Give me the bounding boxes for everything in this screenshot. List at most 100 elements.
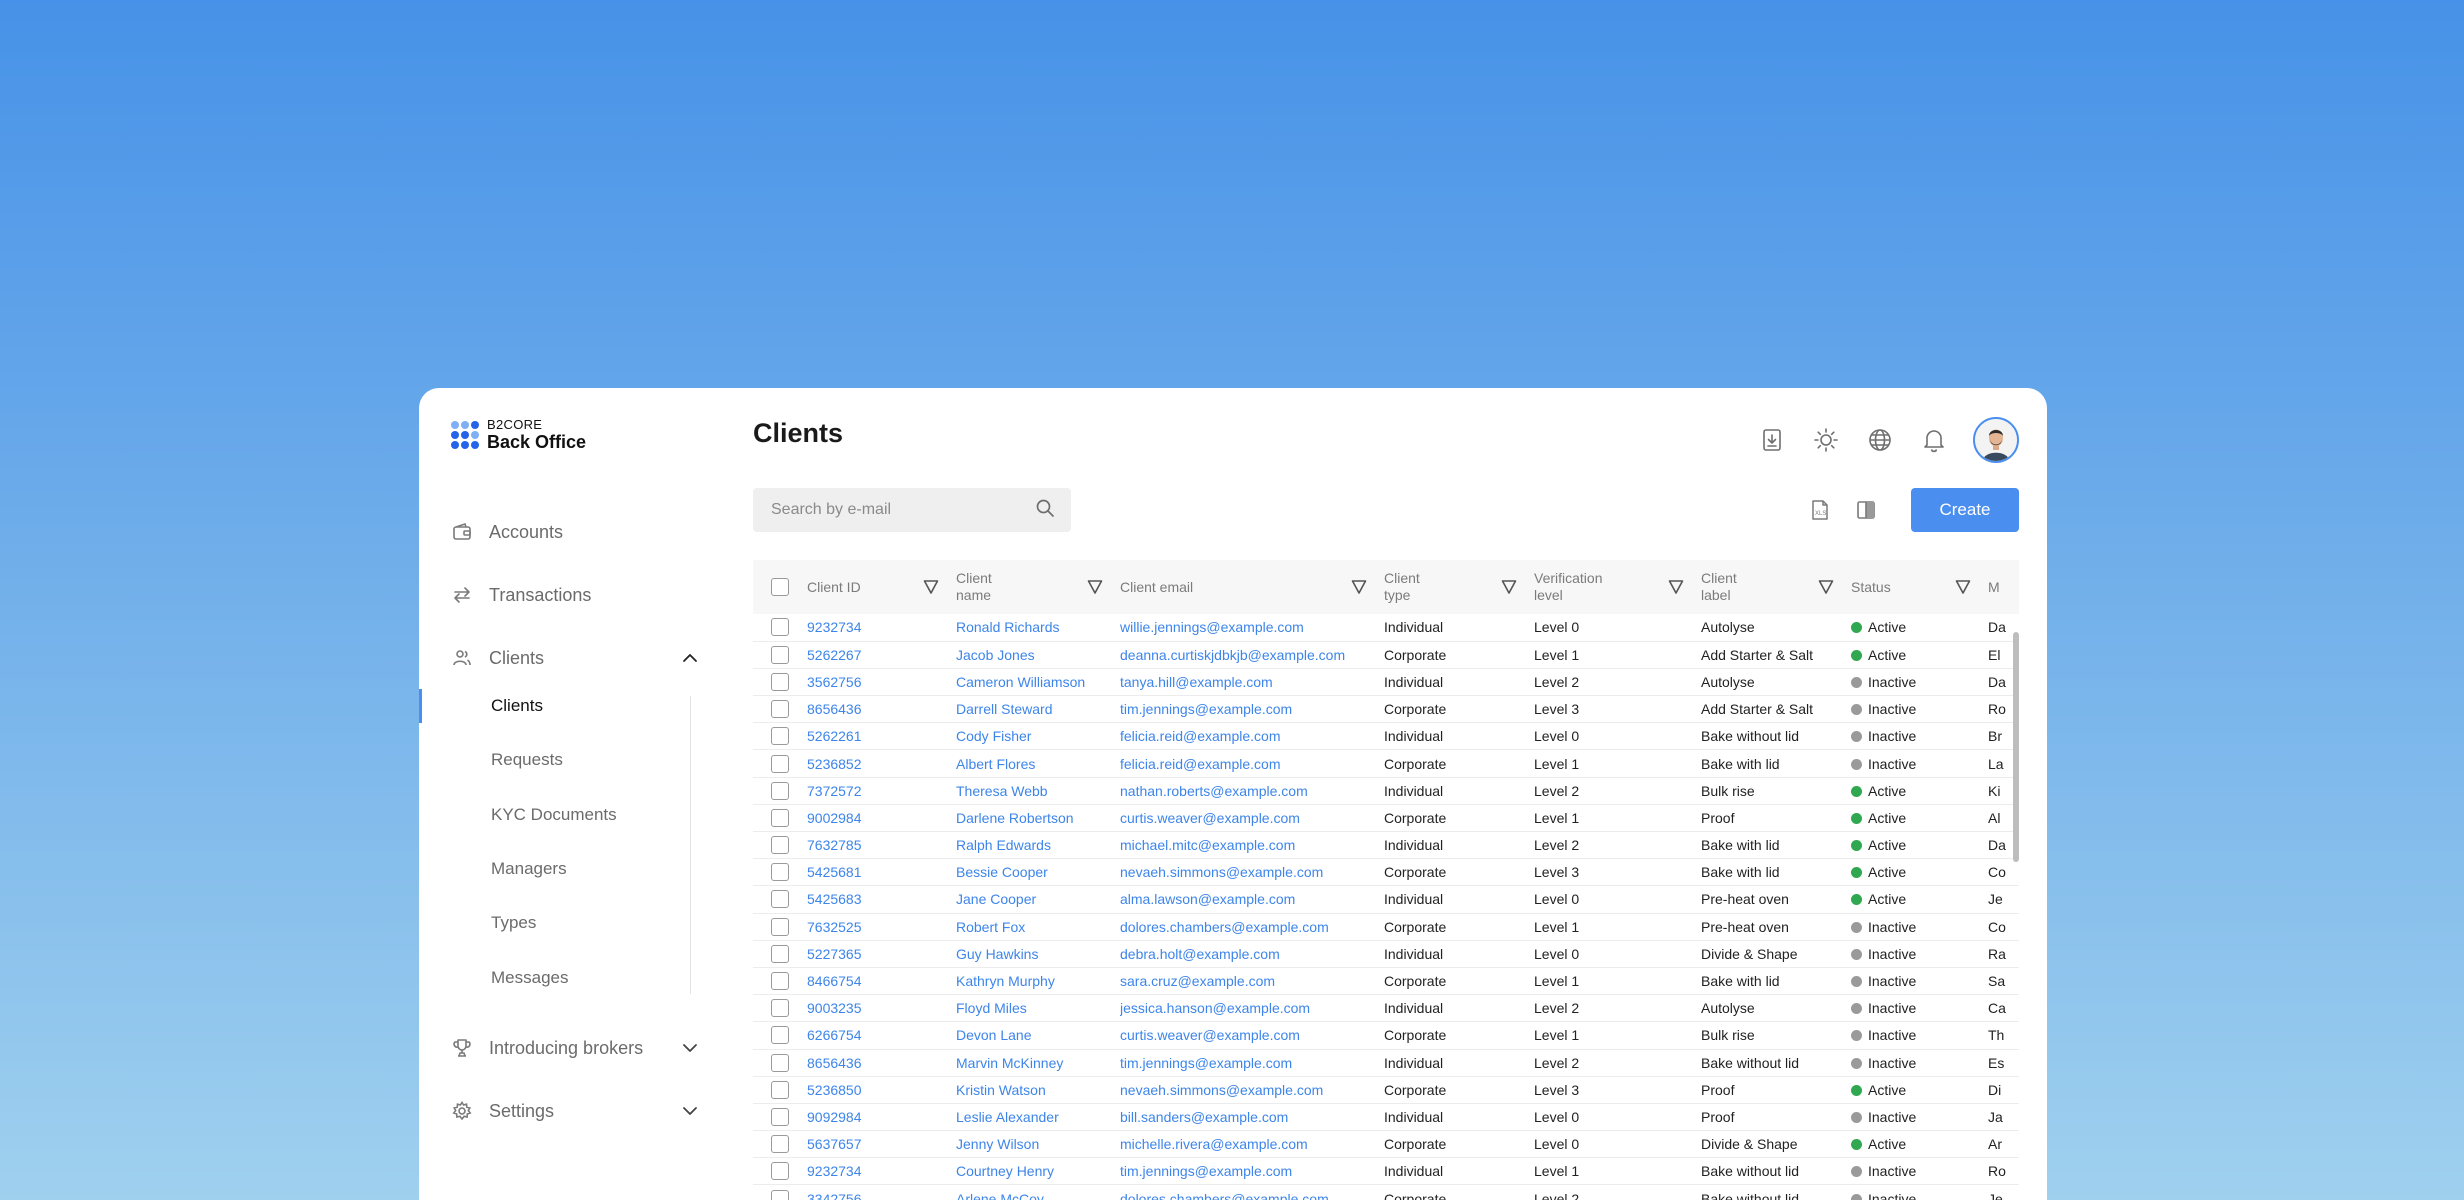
sidebar-item-clients[interactable]: Clients xyxy=(451,643,701,673)
client-name-link[interactable]: Kristin Watson xyxy=(956,1076,1120,1103)
table-row[interactable]: 7632525 Robert Fox dolores.chambers@exampl… xyxy=(753,913,2019,941)
column-header[interactable]: Client label xyxy=(1701,560,1851,614)
row-checkbox[interactable] xyxy=(771,944,789,963)
client-name-link[interactable]: Cameron Williamson xyxy=(956,668,1120,695)
client-email-link[interactable]: sara.cruz@example.com xyxy=(1120,967,1384,994)
chevron-down-icon[interactable] xyxy=(679,1100,701,1122)
logo[interactable]: B2CORE Back Office xyxy=(451,417,586,452)
table-row[interactable]: 9002984 Darlene Robertson curtis.weaver@ex… xyxy=(753,804,2019,832)
row-checkbox[interactable] xyxy=(771,917,789,936)
client-name-link[interactable]: Darlene Robertson xyxy=(956,804,1120,831)
client-email-link[interactable]: tim.jennings@example.com xyxy=(1120,696,1384,723)
client-name-link[interactable]: Arlene McCoy xyxy=(956,1185,1120,1200)
sidebar-subitem-requests[interactable]: Requests xyxy=(491,748,563,772)
client-email-link[interactable]: debra.holt@example.com xyxy=(1120,940,1384,967)
column-header[interactable]: M xyxy=(1988,560,2019,614)
filter-icon[interactable] xyxy=(1954,578,1972,596)
column-header[interactable]: Client email xyxy=(1120,560,1384,614)
sidebar-item-introducing-brokers[interactable]: Introducing brokers xyxy=(451,1033,701,1063)
sidebar-item-settings[interactable]: Settings xyxy=(451,1096,701,1126)
table-scrollbar[interactable] xyxy=(2013,632,2019,862)
client-id-link[interactable]: 7372572 xyxy=(807,777,956,804)
table-row[interactable]: 3562756 Cameron Williamson tanya.hill@exam… xyxy=(753,668,2019,696)
client-email-link[interactable]: bill.sanders@example.com xyxy=(1120,1103,1384,1130)
client-name-link[interactable]: Ralph Edwards xyxy=(956,832,1120,859)
create-button[interactable]: Create xyxy=(1911,488,2019,532)
table-row[interactable]: 8656436 Marvin McKinney tim.jennings@examp… xyxy=(753,1049,2019,1077)
client-id-link[interactable]: 5425683 xyxy=(807,886,956,913)
bell-icon[interactable] xyxy=(1919,425,1949,455)
chevron-down-icon[interactable] xyxy=(679,1037,701,1059)
select-all-checkbox[interactable] xyxy=(771,578,789,596)
row-checkbox[interactable] xyxy=(771,836,789,855)
client-id-link[interactable]: 5637657 xyxy=(807,1131,956,1158)
client-id-link[interactable]: 9232734 xyxy=(807,1158,956,1185)
table-row[interactable]: 9092984 Leslie Alexander bill.sanders@exam… xyxy=(753,1103,2019,1131)
sidebar-subitem-messages[interactable]: Messages xyxy=(491,966,568,990)
client-id-link[interactable]: 9002984 xyxy=(807,804,956,831)
table-row[interactable]: 6266754 Devon Lane curtis.weaver@example.c… xyxy=(753,1022,2019,1049)
row-checkbox[interactable] xyxy=(771,972,789,991)
sun-icon[interactable] xyxy=(1811,425,1841,455)
table-row[interactable]: 8656436 Darrell Steward tim.jennings@examp… xyxy=(753,696,2019,723)
row-checkbox[interactable] xyxy=(771,890,789,909)
client-id-link[interactable]: 3562756 xyxy=(807,668,956,695)
download-icon[interactable] xyxy=(1757,425,1787,455)
client-id-link[interactable]: 3342756 xyxy=(807,1185,956,1200)
row-checkbox[interactable] xyxy=(771,1162,789,1181)
client-email-link[interactable]: tim.jennings@example.com xyxy=(1120,1049,1384,1076)
row-checkbox[interactable] xyxy=(771,1080,789,1099)
client-email-link[interactable]: michelle.rivera@example.com xyxy=(1120,1131,1384,1158)
row-checkbox[interactable] xyxy=(771,700,789,719)
client-email-link[interactable]: nevaeh.simmons@example.com xyxy=(1120,1076,1384,1103)
sidebar-subitem-kyc-documents[interactable]: KYC Documents xyxy=(491,803,617,827)
table-row[interactable]: 5227365 Guy Hawkins debra.holt@example.com… xyxy=(753,940,2019,968)
search-field[interactable] xyxy=(753,488,1071,532)
row-checkbox[interactable] xyxy=(771,1135,789,1154)
client-name-link[interactable]: Marvin McKinney xyxy=(956,1049,1120,1076)
table-row[interactable]: 9232734 Courtney Henry tim.jennings@exampl… xyxy=(753,1158,2019,1185)
client-email-link[interactable]: tanya.hill@example.com xyxy=(1120,668,1384,695)
client-name-link[interactable]: Albert Flores xyxy=(956,750,1120,777)
client-email-link[interactable]: felicia.reid@example.com xyxy=(1120,723,1384,750)
client-id-link[interactable]: 5425681 xyxy=(807,859,956,886)
avatar[interactable] xyxy=(1973,417,2019,463)
table-row[interactable]: 5236850 Kristin Watson nevaeh.simmons@exam… xyxy=(753,1076,2019,1104)
table-row[interactable]: 5425683 Jane Cooper alma.lawson@example.co… xyxy=(753,886,2019,914)
sidebar-item-accounts[interactable]: Accounts xyxy=(451,517,701,547)
table-row[interactable]: 9003235 Floyd Miles jessica.hanson@example… xyxy=(753,995,2019,1022)
client-email-link[interactable]: michael.mitc@example.com xyxy=(1120,832,1384,859)
table-row[interactable]: 5637657 Jenny Wilson michelle.rivera@examp… xyxy=(753,1131,2019,1158)
client-id-link[interactable]: 9003235 xyxy=(807,995,956,1022)
table-row[interactable]: 5425681 Bessie Cooper nevaeh.simmons@examp… xyxy=(753,859,2019,886)
sidebar-subitem-managers[interactable]: Managers xyxy=(491,857,567,881)
client-email-link[interactable]: willie.jennings@example.com xyxy=(1120,614,1384,641)
row-checkbox[interactable] xyxy=(771,672,789,691)
chevron-up-icon[interactable] xyxy=(679,647,701,669)
client-id-link[interactable]: 5236852 xyxy=(807,750,956,777)
client-name-link[interactable]: Kathryn Murphy xyxy=(956,967,1120,994)
filter-icon[interactable] xyxy=(1667,578,1685,596)
client-name-link[interactable]: Theresa Webb xyxy=(956,777,1120,804)
client-id-link[interactable]: 8466754 xyxy=(807,967,956,994)
export-xls-icon[interactable]: XLS xyxy=(1805,495,1835,525)
table-row[interactable]: 5262267 Jacob Jones deanna.curtiskjdbkjb@e… xyxy=(753,641,2019,669)
client-id-link[interactable]: 9092984 xyxy=(807,1103,956,1130)
client-email-link[interactable]: dolores.chambers@example.com xyxy=(1120,913,1384,940)
client-email-link[interactable]: nathan.roberts@example.com xyxy=(1120,777,1384,804)
search-input[interactable] xyxy=(771,501,1035,519)
row-checkbox[interactable] xyxy=(771,754,789,773)
client-name-link[interactable]: Jacob Jones xyxy=(956,641,1120,668)
client-id-link[interactable]: 7632525 xyxy=(807,913,956,940)
search-icon[interactable] xyxy=(1035,498,1055,523)
filter-icon[interactable] xyxy=(1817,578,1835,596)
table-row[interactable]: 8466754 Kathryn Murphy sara.cruz@example.c… xyxy=(753,967,2019,995)
client-name-link[interactable]: Jenny Wilson xyxy=(956,1131,1120,1158)
filter-icon[interactable] xyxy=(1500,578,1518,596)
client-id-link[interactable]: 5227365 xyxy=(807,940,956,967)
client-email-link[interactable]: dolores.chambers@example.com xyxy=(1120,1185,1384,1200)
client-email-link[interactable]: felicia.reid@example.com xyxy=(1120,750,1384,777)
row-checkbox[interactable] xyxy=(771,618,789,637)
client-id-link[interactable]: 5262267 xyxy=(807,641,956,668)
client-name-link[interactable]: Darrell Steward xyxy=(956,696,1120,723)
